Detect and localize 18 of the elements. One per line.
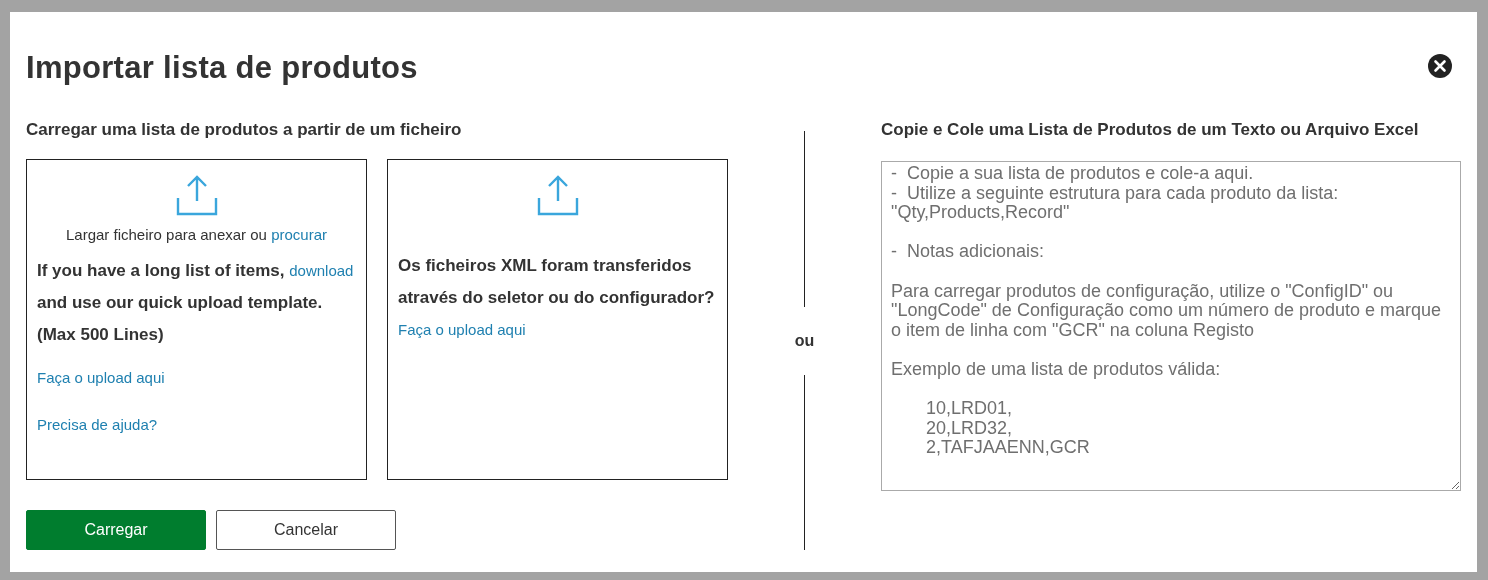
upload-icon bbox=[175, 174, 218, 216]
section-heading: Carregar uma lista de produtos a partir de um ficheiro bbox=[26, 119, 463, 141]
cancel-button[interactable]: Cancelar bbox=[216, 510, 396, 550]
paste-field[interactable]: - Copie a sua lista de produtos e cole-a aqui. - Utilize a seguinte estrutura para cada produto da lista: "Qty,Products,Record" - Notas adicionais: Para carregar produtos de configuração, utilize o "ConfigID" ou "LongCode" de Configuração como um número de produto e marque o item de linha com "GCR" na coluna Registo Exemplo de uma lista de produtos válida: 10,LRD01, 20,LRD32, 2,TAFJAAENN,GCR bbox=[881, 161, 1461, 491]
link[interactable]: procurar bbox=[271, 226, 327, 243]
upload-icon bbox=[536, 174, 579, 216]
upload-button[interactable]: Carregar bbox=[26, 510, 206, 550]
dialog-title: Importar lista de produtos bbox=[26, 50, 418, 86]
link[interactable]: Precisa de ajuda? bbox=[37, 416, 158, 433]
separator-label: ou bbox=[794, 331, 815, 350]
section-heading: Copie e Cole uma Lista de Produtos de um Texto ou Arquivo Excel bbox=[881, 119, 1420, 141]
card-description: Os ficheiros XML foram transferidos através do seletor ou do configurador? Faça o upload aqui bbox=[398, 255, 716, 340]
link[interactable]: download bbox=[289, 262, 354, 279]
drop-instructions: Largar ficheiro para anexar ou procurar bbox=[65, 226, 328, 243]
card-description: If you have a long list of items, download and use our quick upload template. (Max 500 Lines) bbox=[37, 260, 355, 346]
close-icon[interactable] bbox=[1428, 54, 1452, 78]
link[interactable]: Faça o upload aqui bbox=[398, 321, 526, 338]
link[interactable]: Faça o upload aqui bbox=[37, 369, 165, 386]
